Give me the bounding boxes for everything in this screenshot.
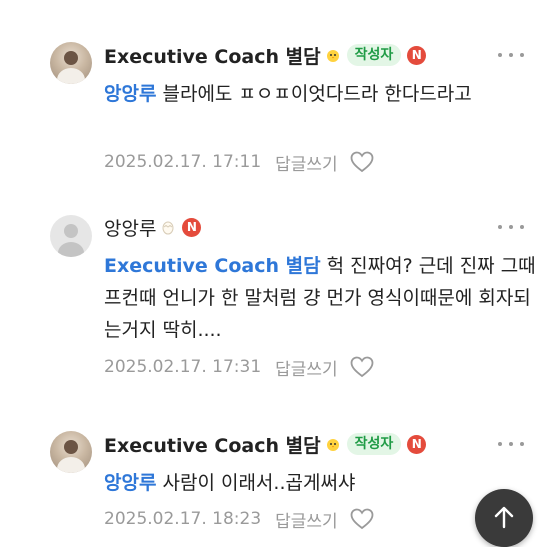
comment-body: 앙앙루 블라에도 ㅍㅇㅍ이엇다드라 한다드라고: [104, 78, 544, 110]
more-dots-icon[interactable]: [498, 434, 524, 454]
author-name[interactable]: 앙앙루: [104, 214, 156, 241]
new-badge: N: [407, 45, 427, 65]
mention-link[interactable]: 앙앙루: [104, 472, 156, 494]
comment-body: 앙앙루 사람이 이래서..곱게써샤: [104, 467, 544, 499]
mention-link[interactable]: 앙앙루: [104, 83, 156, 105]
chick-icon: [325, 436, 341, 452]
comment-footer: 2025.02.17. 18:23 답글쓰기: [104, 506, 374, 532]
comment-header: 앙앙루 N: [104, 214, 202, 241]
avatar[interactable]: [50, 215, 92, 257]
new-badge: N: [182, 217, 202, 237]
reply-button[interactable]: 답글쓰기: [275, 150, 338, 175]
avatar[interactable]: [50, 431, 92, 473]
heart-icon[interactable]: [350, 151, 374, 173]
author-name[interactable]: Executive Coach 별담: [104, 42, 321, 69]
heart-icon[interactable]: [350, 356, 374, 378]
comment-footer: 2025.02.17. 17:11 답글쓰기: [104, 149, 374, 175]
more-dots-icon[interactable]: [498, 217, 524, 237]
mention-link[interactable]: Executive Coach 별담: [104, 255, 321, 277]
reply-button[interactable]: 답글쓰기: [275, 355, 338, 380]
comment-text: 사람이 이래서..곱게써샤: [156, 472, 356, 494]
comment-text: 블라에도 ㅍㅇㅍ이엇다드라 한다드라고: [156, 83, 472, 105]
comment-footer: 2025.02.17. 17:31 답글쓰기: [104, 354, 374, 380]
author-badge: 작성자: [346, 44, 402, 66]
author-badge: 작성자: [346, 433, 402, 455]
author-name[interactable]: Executive Coach 별담: [104, 431, 321, 458]
egg-icon: [160, 219, 176, 235]
comment-date: 2025.02.17. 17:31: [104, 357, 262, 377]
comment-header: Executive Coach 별담 작성자 N: [104, 431, 427, 458]
arrow-up-icon: [494, 506, 514, 529]
scroll-top-button[interactable]: [475, 489, 533, 547]
comment-date: 2025.02.17. 18:23: [104, 509, 262, 529]
reply-button[interactable]: 답글쓰기: [275, 507, 338, 532]
chick-icon: [325, 47, 341, 63]
heart-icon[interactable]: [350, 508, 374, 530]
avatar[interactable]: [50, 42, 92, 84]
more-dots-icon[interactable]: [498, 45, 524, 65]
comment-body: Executive Coach 별담 헉 진짜여? 근데 진짜 그때 프컨때 언…: [104, 250, 544, 346]
new-badge: N: [407, 434, 427, 454]
comment-header: Executive Coach 별담 작성자 N: [104, 42, 427, 69]
comment-date: 2025.02.17. 17:11: [104, 152, 262, 172]
